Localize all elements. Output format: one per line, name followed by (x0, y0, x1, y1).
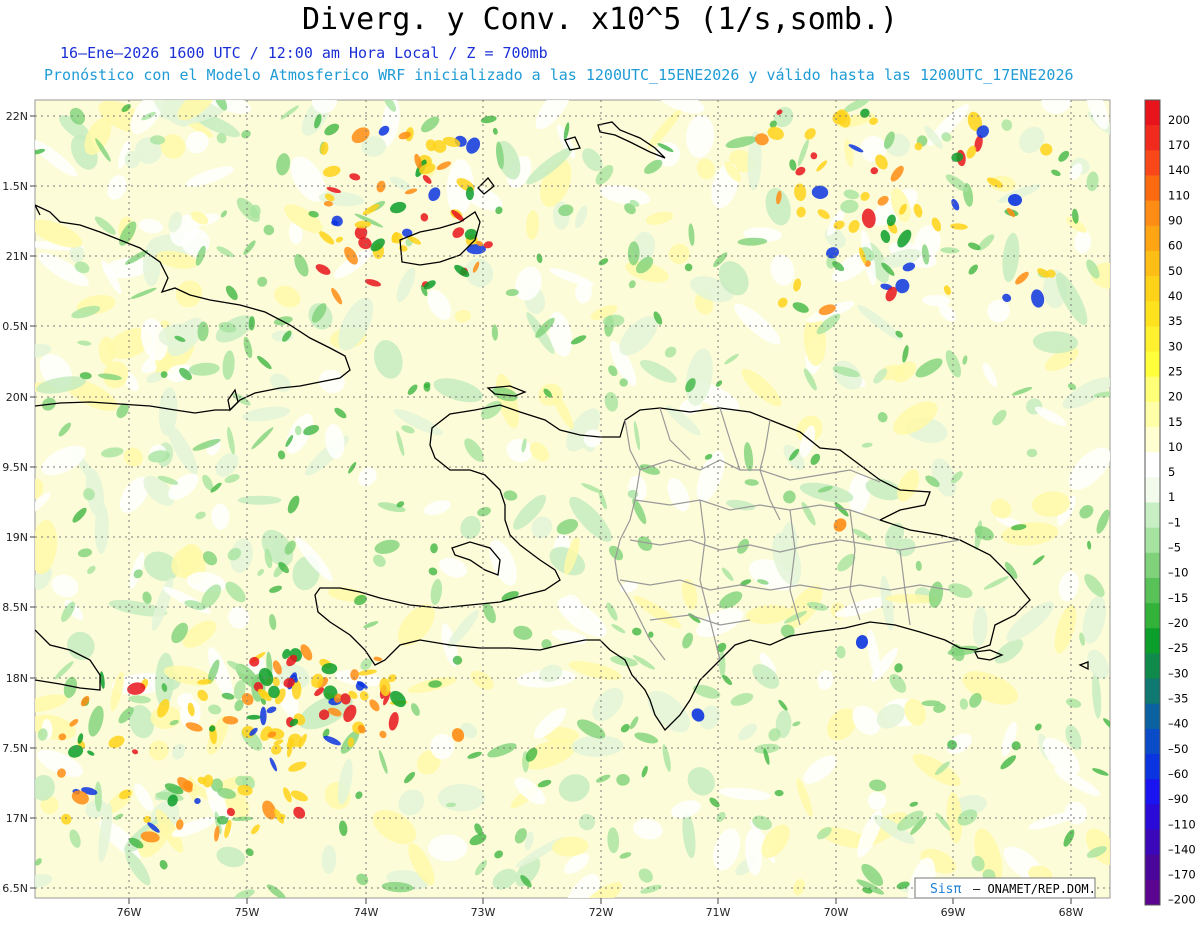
colorbar-swatch (1145, 854, 1160, 881)
latitude-label: 8.5N (2, 601, 28, 614)
latitude-label: 6.5N (2, 882, 28, 895)
latitude-label: 9.5N (2, 461, 28, 474)
colorbar-level-label: –60 (1168, 767, 1188, 781)
map-figure: 22N 1.5N 21N 0.5N 20N 9.5N 19N 8.5N 18N 7.5N 17N 6.… (2, 99, 1196, 919)
colorbar-swatch (1145, 276, 1160, 302)
colorbar-swatch (1145, 779, 1160, 805)
colorbar-level-label: 20 (1168, 390, 1183, 404)
longitude-label: 68W (1059, 906, 1084, 919)
colorbar-swatch (1145, 301, 1160, 327)
colorbar-swatch (1145, 728, 1160, 755)
colorbar-level-label: –1 (1168, 515, 1181, 529)
colorbar-swatch (1145, 678, 1160, 705)
colorbar-level-label: 50 (1168, 264, 1183, 278)
longitude-labels: 76W 75W 74W 73W 72W 71W 70W 69W 68W (117, 898, 1084, 919)
field-cell (260, 706, 267, 726)
latitude-label: 0.5N (2, 320, 28, 333)
latitude-label: 19N (6, 531, 28, 544)
colorbar-level-label: 15 (1168, 415, 1183, 429)
latitude-label: 17N (6, 812, 28, 825)
latitude-label: 20N (6, 391, 28, 404)
colorbar-swatch (1145, 351, 1160, 378)
colorbar-level-label: 5 (1168, 465, 1175, 479)
colorbar-level-label: –110 (1168, 817, 1196, 831)
colorbar-level-label: 140 (1168, 163, 1190, 177)
colorbar-level-label: –140 (1168, 842, 1196, 856)
colorbar-level-label: –5 (1168, 541, 1181, 555)
colorbar-swatch (1145, 653, 1160, 680)
colorbar-swatch (1145, 100, 1160, 126)
colorbar-level-label: 110 (1168, 188, 1190, 202)
longitude-label: 73W (471, 906, 496, 919)
latitude-label: 18N (6, 672, 28, 685)
colorbar-swatch (1145, 603, 1160, 629)
field-cell (428, 834, 468, 862)
colorbar-swatch (1145, 452, 1160, 478)
colorbar-level-label: –50 (1168, 742, 1188, 756)
colorbar-swatch (1145, 527, 1160, 554)
longitude-label: 70W (824, 906, 849, 919)
colorbar-swatch (1145, 326, 1160, 353)
colorbar-level-label: –25 (1168, 641, 1188, 655)
colorbar-level-label: –170 (1168, 868, 1196, 882)
colorbar-swatch (1145, 577, 1160, 604)
colorbar-level-label: 170 (1168, 138, 1190, 152)
latitude-labels: 22N 1.5N 21N 0.5N 20N 9.5N 19N 8.5N 18N 7.5N 17N 6.… (2, 110, 35, 895)
colorbar-swatch (1145, 703, 1160, 730)
colorbar-swatch (1145, 477, 1160, 503)
colorbar-level-label: 1 (1168, 490, 1175, 504)
colorbar-swatch (1145, 225, 1160, 252)
longitude-label: 69W (941, 906, 966, 919)
colorbar-swatch (1145, 628, 1160, 654)
colorbar-level-label: 40 (1168, 289, 1183, 303)
colorbar-swatch (1145, 200, 1160, 227)
colorbar-level-label: –15 (1168, 591, 1188, 605)
colorbar-level-label: –200 (1168, 893, 1196, 907)
colorbar-swatch (1145, 879, 1160, 906)
field-cell (237, 495, 282, 505)
colorbar-level-label: 200 (1168, 113, 1190, 127)
longitude-label: 75W (235, 906, 260, 919)
longitude-label: 72W (589, 906, 614, 919)
sispi-logo-text: Sisπ (930, 882, 961, 897)
onamet-credit-text: – ONAMET/REP.DOM. (973, 882, 1096, 896)
colorbar-level-label: 25 (1168, 364, 1183, 378)
colorbar-swatch (1145, 401, 1160, 428)
colorbar-swatch (1145, 125, 1160, 151)
longitude-label: 74W (354, 906, 379, 919)
longitude-label: 71W (706, 906, 731, 919)
colorbar-swatch (1145, 502, 1160, 529)
colorbar-level-label: 60 (1168, 239, 1183, 253)
colorbar-level-label: 30 (1168, 339, 1183, 353)
latitude-label: 7.5N (2, 742, 28, 755)
colorbar-swatch (1145, 804, 1160, 831)
field-cell (148, 740, 169, 761)
color-legend: 200 170 140 110 90 60 50 40 35 30 25 20 15 10 5 1 –1 –5 –1… (1144, 99, 1196, 907)
colorbar-level-label: 10 (1168, 440, 1183, 454)
colorbar-swatch (1145, 427, 1160, 453)
colorbar-swatch (1145, 552, 1160, 579)
colorbar-level-label: –35 (1168, 691, 1188, 705)
field-cell (465, 186, 474, 201)
latitude-label: 22N (6, 110, 28, 123)
colorbar-level-label: –40 (1168, 717, 1188, 731)
colorbar-swatch (1145, 150, 1160, 176)
colorbar-level-label: 90 (1168, 214, 1183, 228)
colorbar-swatch (1145, 754, 1160, 780)
colorbar-level-label: –20 (1168, 616, 1188, 630)
colorbar-swatch (1145, 250, 1160, 277)
credit-box: Sisπ – ONAMET/REP.DOM. (914, 877, 1096, 899)
latitude-label: 21N (6, 250, 28, 263)
latitude-label: 1.5N (2, 180, 28, 193)
colorbar-level-label: 35 (1168, 314, 1183, 328)
colorbar-swatch (1145, 829, 1160, 856)
colorbar-level-label: –10 (1168, 566, 1188, 580)
colorbar-swatch (1145, 376, 1160, 403)
colorbar-swatch (1145, 175, 1160, 202)
longitude-label: 76W (117, 906, 142, 919)
colorbar-level-label: –30 (1168, 666, 1188, 680)
field-cell (437, 783, 485, 812)
colorbar-level-label: –90 (1168, 792, 1188, 806)
